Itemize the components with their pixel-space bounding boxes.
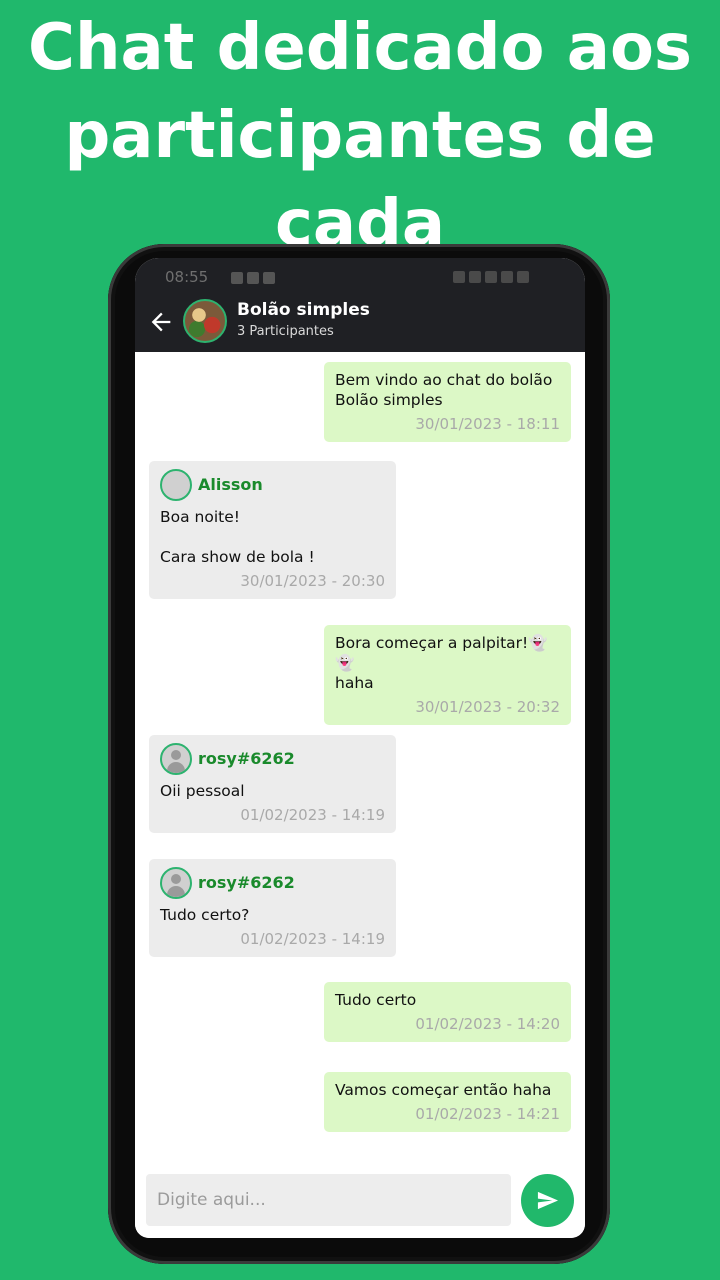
avatar[interactable]: [160, 469, 192, 501]
message-timestamp: 30/01/2023 - 18:11: [415, 415, 560, 433]
system-icons: [449, 269, 545, 283]
participants-count[interactable]: 3 Participantes: [237, 324, 334, 339]
status-bar: 08:55: [135, 258, 585, 294]
send-icon: [537, 1191, 559, 1210]
message-text: Boa noite!: [160, 508, 240, 526]
message-sender: rosy#6262: [160, 743, 385, 775]
message-sender: rosy#6262: [160, 867, 385, 899]
arrow-left-icon[interactable]: [147, 308, 175, 336]
message-text: haha: [335, 674, 374, 692]
message-text: Tudo certo: [335, 991, 417, 1009]
message-timestamp: 01/02/2023 - 14:20: [415, 1015, 560, 1033]
person-icon[interactable]: [160, 743, 192, 775]
sender-name[interactable]: rosy#6262: [198, 873, 295, 893]
notification-icons: [231, 270, 279, 284]
headline-line-1: Chat dedicado aos: [28, 11, 692, 85]
message-bubble-outgoing: Vamos começar então haha 01/02/2023 - 14…: [324, 1072, 571, 1132]
message-bubble-outgoing: Bora começar a palpitar!👻👻 haha 30/01/20…: [324, 625, 571, 725]
message-list[interactable]: Bem vindo ao chat do bolão Bolão simples…: [135, 352, 585, 1172]
message-bubble-incoming: rosy#6262 Oii pessoal 01/02/2023 - 14:19: [149, 735, 396, 833]
message-timestamp: 01/02/2023 - 14:19: [240, 806, 385, 824]
message-text: [160, 527, 385, 547]
message-timestamp: 30/01/2023 - 20:32: [415, 698, 560, 716]
message-text: Bem vindo ao chat do bolão: [335, 371, 553, 389]
sender-name[interactable]: rosy#6262: [198, 749, 295, 769]
message-bubble-outgoing: Tudo certo 01/02/2023 - 14:20: [324, 982, 571, 1042]
status-time: 08:55: [165, 268, 209, 286]
group-avatar[interactable]: [183, 299, 227, 343]
sender-name[interactable]: Alisson: [198, 475, 263, 495]
message-sender: Alisson: [160, 469, 385, 501]
send-button[interactable]: [521, 1174, 574, 1227]
person-icon[interactable]: [160, 867, 192, 899]
message-timestamp: 01/02/2023 - 14:21: [415, 1105, 560, 1123]
message-timestamp: 30/01/2023 - 20:30: [240, 572, 385, 590]
message-timestamp: 01/02/2023 - 14:19: [240, 930, 385, 948]
message-text: Bora começar a palpitar!👻👻: [335, 634, 548, 672]
chat-app-bar: Bolão simples 3 Participantes: [135, 294, 585, 352]
message-text: Tudo certo?: [160, 906, 250, 924]
headline-line-2: participantes de cada: [64, 99, 656, 261]
message-input[interactable]: [146, 1174, 511, 1226]
message-bubble-incoming: rosy#6262 Tudo certo? 01/02/2023 - 14:19: [149, 859, 396, 957]
message-text: Oii pessoal: [160, 782, 245, 800]
composer-bar: [135, 1172, 585, 1238]
message-bubble-outgoing: Bem vindo ao chat do bolão Bolão simples…: [324, 362, 571, 442]
message-text: Vamos começar então haha: [335, 1081, 552, 1099]
message-bubble-incoming: Alisson Boa noite! Cara show de bola ! 3…: [149, 461, 396, 599]
message-text: Cara show de bola !: [160, 548, 315, 566]
chat-title[interactable]: Bolão simples: [237, 300, 370, 320]
phone-screen: 08:55 Bolão simples 3 Participantes Bem …: [135, 258, 585, 1238]
message-text: Bolão simples: [335, 391, 443, 409]
